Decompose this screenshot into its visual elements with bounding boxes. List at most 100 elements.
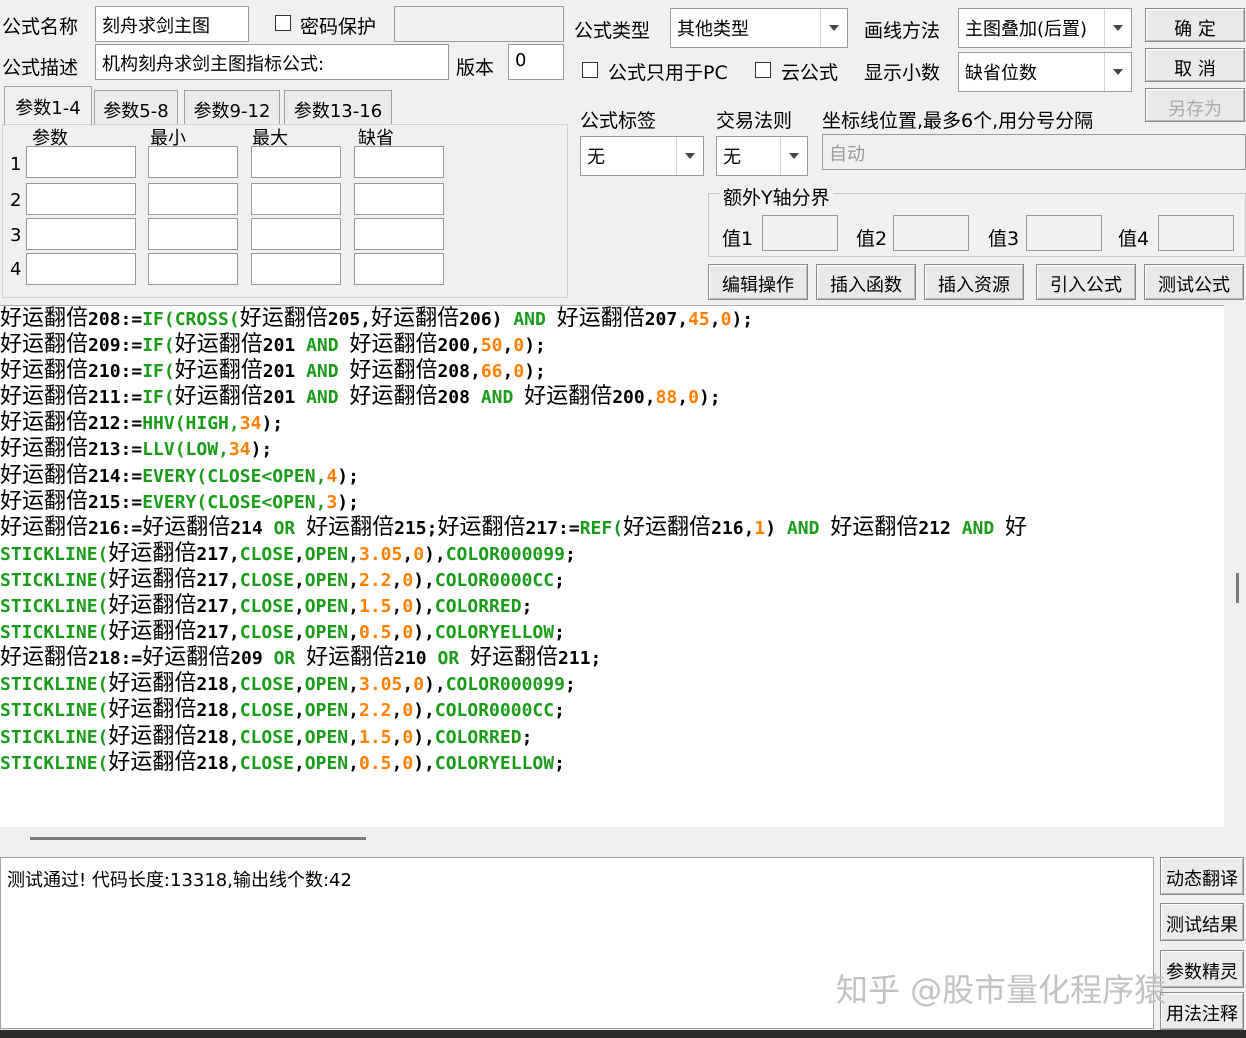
save-as-button[interactable]: 另存为	[1145, 88, 1245, 122]
vertical-scrollbar[interactable]	[1224, 305, 1246, 827]
decimals-label: 显示小数	[864, 62, 941, 84]
horizontal-scrollbar[interactable]	[0, 827, 1246, 853]
test-results-button[interactable]: 测试结果	[1160, 903, 1244, 941]
code-number: 0	[402, 569, 414, 591]
code-line[interactable]: STICKLINE(好运翻倍218,CLOSE,OPEN,1.5,0),COLO…	[0, 724, 1224, 750]
vertical-scroll-thumb[interactable]	[1236, 573, 1239, 603]
code-line[interactable]: 好运翻倍213:=LLV(LOW,34);	[0, 436, 1224, 462]
dynamic-translate-button[interactable]: 动态翻译	[1160, 857, 1244, 895]
code-line[interactable]: 好运翻倍216:=好运翻倍214 OR 好运翻倍215;好运翻倍217:=REF…	[0, 515, 1224, 541]
code-line[interactable]: STICKLINE(好运翻倍218,CLOSE,OPEN,2.2,0),COLO…	[0, 697, 1224, 723]
code-text: 好运翻倍	[0, 488, 89, 514]
chevron-down-icon[interactable]	[676, 137, 703, 175]
password-input[interactable]	[394, 6, 564, 42]
param-4-default-input[interactable]	[354, 253, 444, 285]
ok-button[interactable]: 确 定	[1145, 8, 1245, 42]
formula-type-select[interactable]: 其他类型	[670, 8, 848, 48]
code-text: 212:=	[88, 413, 143, 435]
code-line[interactable]: STICKLINE(好运翻倍218,CLOSE,OPEN,0.5,0),COLO…	[0, 750, 1224, 776]
y-value-3-input[interactable]	[1026, 215, 1102, 251]
code-line[interactable]: 好运翻倍210:=IF(好运翻倍201 AND 好运翻倍208,66,0);	[0, 358, 1224, 384]
code-text: 好运翻倍	[142, 645, 231, 671]
draw-method-select[interactable]: 主图叠加(后置)	[958, 8, 1132, 48]
insert-function-button[interactable]: 插入函数	[816, 264, 916, 300]
usage-notes-button[interactable]: 用法注释	[1160, 992, 1244, 1030]
param-3-max-input[interactable]	[251, 218, 341, 250]
code-line[interactable]: 好运翻倍215:=EVERY(CLOSE<OPEN,3);	[0, 489, 1224, 515]
code-text: ,	[348, 622, 359, 644]
param-2-max-input[interactable]	[251, 183, 341, 215]
param-2-name-input[interactable]	[26, 183, 136, 215]
y-value-2-input[interactable]	[893, 215, 969, 251]
code-line[interactable]: 好运翻倍214:=EVERY(CLOSE<OPEN,4);	[0, 463, 1224, 489]
code-line[interactable]: STICKLINE(好运翻倍217,CLOSE,OPEN,2.2,0),COLO…	[0, 567, 1224, 593]
chevron-down-icon[interactable]	[820, 9, 847, 47]
insert-resource-button[interactable]: 插入资源	[924, 264, 1024, 300]
param-1-default-input[interactable]	[354, 146, 444, 178]
param-1-min-input[interactable]	[148, 146, 238, 178]
edit-ops-button[interactable]: 编辑操作	[708, 264, 808, 300]
code-text: ,	[391, 596, 403, 618]
param-1-name-input[interactable]	[26, 146, 136, 178]
tab-params-5-8[interactable]: 参数5-8	[94, 90, 178, 124]
param-wizard-button[interactable]: 参数精灵	[1160, 950, 1244, 988]
cloud-label: 云公式	[781, 62, 839, 84]
tab-params-13-16[interactable]: 参数13-16	[284, 90, 392, 124]
code-keyword: REF(	[579, 517, 624, 539]
formula-name-input[interactable]: 刻舟求剑主图	[95, 6, 249, 42]
code-keyword: CLOSE	[239, 674, 294, 696]
code-keyword: OPEN	[304, 726, 349, 748]
code-line[interactable]: 好运翻倍212:=HHV(HIGH,34);	[0, 410, 1224, 436]
code-text: 好运翻倍	[108, 671, 197, 697]
param-3-min-input[interactable]	[148, 218, 238, 250]
code-number: 4	[326, 465, 338, 487]
code-line[interactable]: STICKLINE(好运翻倍217,CLOSE,OPEN,3.05,0),COL…	[0, 541, 1224, 567]
horizontal-scroll-thumb[interactable]	[30, 837, 366, 840]
chevron-down-icon[interactable]	[1104, 53, 1131, 91]
tab-params-1-4[interactable]: 参数1-4	[4, 86, 92, 126]
code-line[interactable]: 好运翻倍209:=IF(好运翻倍201 AND 好运翻倍200,50,0);	[0, 332, 1224, 358]
y-value-1-input[interactable]	[762, 215, 838, 251]
trade-rule-select[interactable]: 无	[716, 136, 808, 176]
param-4-min-input[interactable]	[148, 253, 238, 285]
pc-only-checkbox[interactable]	[582, 62, 598, 78]
chevron-down-icon[interactable]	[1104, 9, 1131, 47]
code-text: ),	[413, 726, 435, 748]
code-number: 88	[655, 387, 678, 409]
decimals-select[interactable]: 缺省位数	[958, 52, 1132, 92]
code-keyword: COLORRED	[434, 596, 522, 618]
param-2-default-input[interactable]	[354, 183, 444, 215]
code-line[interactable]: 好运翻倍218:=好运翻倍209 OR 好运翻倍210 OR 好运翻倍211;	[0, 645, 1224, 671]
axis-position-input[interactable]: 自动	[822, 134, 1246, 170]
code-keyword: CLOSE	[239, 726, 294, 748]
param-2-min-input[interactable]	[148, 183, 238, 215]
code-text: 好运翻倍	[0, 306, 89, 331]
password-checkbox[interactable]	[275, 15, 291, 31]
code-text: 好运翻倍	[0, 462, 89, 488]
tab-params-9-12[interactable]: 参数9-12	[184, 90, 280, 124]
cancel-button[interactable]: 取 消	[1145, 48, 1245, 82]
code-line[interactable]: 好运翻倍211:=IF(好运翻倍201 AND 好运翻倍208 AND 好运翻倍…	[0, 384, 1224, 410]
y-value-4-input[interactable]	[1158, 215, 1234, 251]
cloud-checkbox[interactable]	[755, 62, 771, 78]
formula-desc-input[interactable]: 机构刻舟求剑主图指标公式:	[95, 44, 449, 80]
param-1-max-input[interactable]	[251, 146, 341, 178]
param-3-default-input[interactable]	[354, 218, 444, 250]
param-3-name-input[interactable]	[26, 218, 136, 250]
param-4-name-input[interactable]	[26, 253, 136, 285]
code-editor[interactable]: 好运翻倍208:=IF(CROSS(好运翻倍205,好运翻倍206) AND 好…	[0, 305, 1224, 828]
code-line[interactable]: STICKLINE(好运翻倍218,CLOSE,OPEN,3.05,0),COL…	[0, 671, 1224, 697]
code-line[interactable]: STICKLINE(好运翻倍217,CLOSE,OPEN,0.5,0),COLO…	[0, 619, 1224, 645]
chevron-down-icon[interactable]	[780, 137, 807, 175]
code-keyword: AND	[306, 387, 339, 409]
code-text: 好运翻倍	[349, 384, 438, 410]
formula-tag-select[interactable]: 无	[580, 136, 704, 176]
test-formula-button[interactable]: 测试公式	[1144, 264, 1244, 300]
import-formula-button[interactable]: 引入公式	[1036, 264, 1136, 300]
code-text: 217,	[196, 596, 240, 618]
param-4-max-input[interactable]	[251, 253, 341, 285]
code-line[interactable]: STICKLINE(好运翻倍217,CLOSE,OPEN,1.5,0),COLO…	[0, 593, 1224, 619]
code-text: ,	[391, 752, 403, 774]
version-input[interactable]: 0	[508, 44, 564, 80]
code-line[interactable]: 好运翻倍208:=IF(CROSS(好运翻倍205,好运翻倍206) AND 好…	[0, 306, 1224, 332]
